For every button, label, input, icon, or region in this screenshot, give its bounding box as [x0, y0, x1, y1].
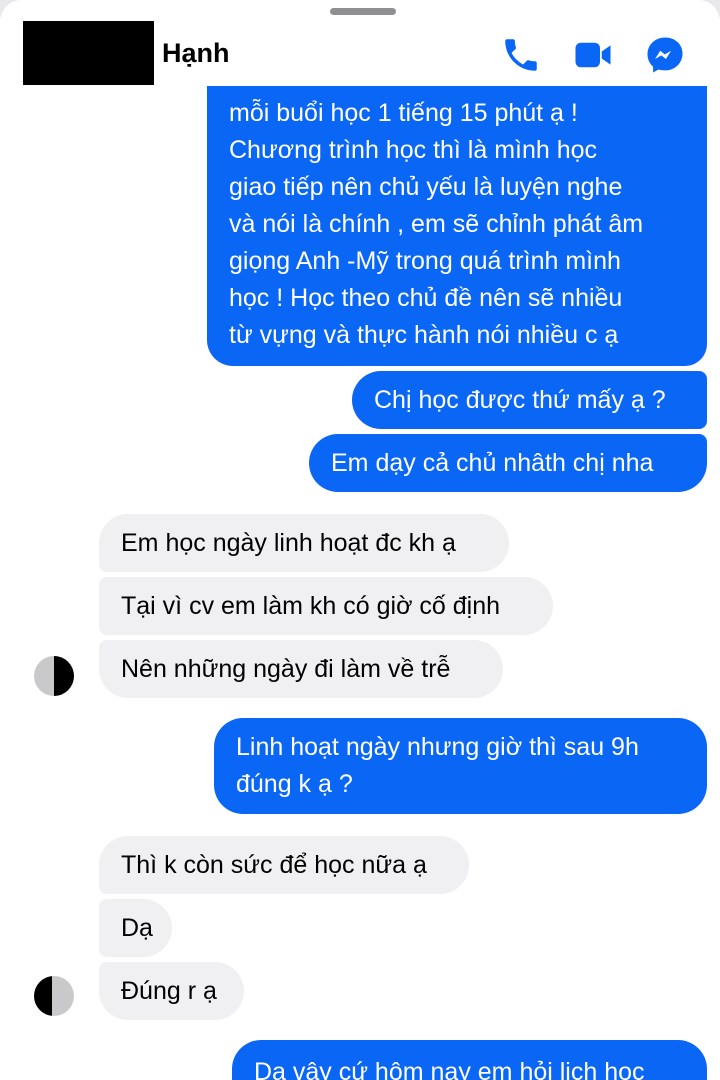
message-bubble-received[interactable]: Thì k còn sức để học nữa ạ — [99, 836, 469, 894]
message-bubble-received[interactable]: Đúng r ạ — [99, 962, 244, 1020]
sheet-grabber-handle[interactable] — [330, 8, 396, 15]
message-bubble-sent[interactable]: mỗi buổi học 1 tiếng 15 phút ạ ! Chương … — [207, 40, 707, 366]
messenger-icon[interactable] — [644, 34, 686, 76]
message-bubble-sent[interactable]: Dạ vậy cứ hôm nay em hỏi lịch học — [232, 1040, 707, 1080]
message-text: mỗi buổi học 1 tiếng 15 phút ạ ! Chương … — [229, 99, 644, 349]
chat-sheet: mỗi buổi học 1 tiếng 15 phút ạ ! Chương … — [0, 0, 720, 1080]
message-bubble-sent[interactable]: Chị học được thứ mấy ạ ? — [352, 371, 707, 429]
chat-header: Hạnh — [0, 0, 720, 86]
message-bubble-received[interactable]: Nên những ngày đi làm về trễ — [99, 640, 503, 698]
message-text: Thì k còn sức để học nữa ạ — [121, 850, 427, 879]
message-text: Nên những ngày đi làm về trễ — [121, 654, 451, 683]
avatar-redaction — [34, 976, 52, 1016]
message-bubble-received[interactable]: Dạ — [99, 899, 172, 957]
contact-avatar[interactable] — [34, 976, 74, 1016]
message-thread[interactable]: mỗi buổi học 1 tiếng 15 phút ạ ! Chương … — [0, 0, 720, 1080]
message-text: Em dạy cả chủ nhâth chị nha — [331, 448, 654, 477]
name-redaction — [23, 21, 154, 85]
contact-name[interactable]: Hạnh — [162, 38, 230, 69]
message-text: Linh hoạt ngày nhưng giờ thì sau 9h đúng… — [236, 733, 639, 798]
message-text: Tại vì cv em làm kh có giờ cố định — [121, 591, 501, 620]
avatar-redaction — [54, 656, 74, 696]
message-text: Em học ngày linh hoạt đc kh ạ — [121, 528, 456, 557]
phone-icon[interactable] — [500, 34, 542, 76]
message-text: Đúng r ạ — [121, 976, 217, 1005]
message-bubble-received[interactable]: Tại vì cv em làm kh có giờ cố định — [99, 577, 553, 635]
message-text: Chị học được thứ mấy ạ ? — [374, 385, 666, 414]
message-text: Dạ — [121, 913, 153, 942]
video-camera-icon[interactable] — [572, 34, 614, 76]
message-bubble-sent[interactable]: Em dạy cả chủ nhâth chị nha — [309, 434, 707, 492]
message-bubble-sent[interactable]: Linh hoạt ngày nhưng giờ thì sau 9h đúng… — [214, 718, 707, 814]
message-bubble-received[interactable]: Em học ngày linh hoạt đc kh ạ — [99, 514, 509, 572]
contact-avatar[interactable] — [34, 656, 74, 696]
message-text: Dạ vậy cứ hôm nay em hỏi lịch học — [254, 1058, 645, 1080]
